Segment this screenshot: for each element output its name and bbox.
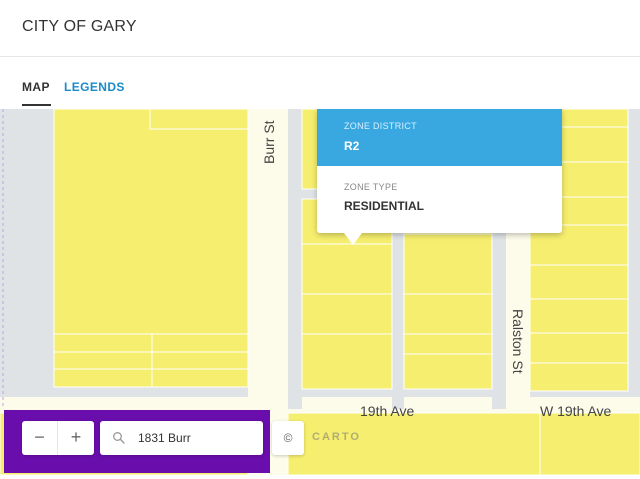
parcel [539, 412, 640, 475]
parcels-west [53, 109, 249, 388]
parcel [403, 233, 493, 295]
zoom-out-button[interactable]: − [22, 421, 58, 455]
zone-type-label: ZONE TYPE [344, 182, 398, 192]
parcel [151, 368, 249, 388]
parcel [53, 351, 153, 370]
zoom-control: − + [22, 421, 94, 455]
parcel [529, 298, 629, 334]
parcel [53, 333, 153, 353]
parcel [403, 293, 493, 335]
alley-left [288, 109, 302, 409]
search-input[interactable] [138, 429, 256, 447]
parcel [529, 332, 629, 364]
zoom-in-button[interactable]: + [58, 421, 94, 455]
parcel [149, 109, 249, 130]
street-label-ralston: Ralston St [510, 309, 526, 374]
parcel [301, 293, 393, 335]
parcel [53, 109, 249, 335]
zone-district-label: ZONE DISTRICT [344, 121, 417, 131]
zone-district-value: R2 [344, 139, 360, 153]
app-title: CITY OF GARY [22, 18, 137, 35]
popup-header: ZONE DISTRICT R2 [317, 109, 562, 166]
map-controls-panel: − + [4, 410, 270, 473]
parcel [529, 264, 629, 300]
active-tab-indicator [22, 104, 51, 106]
parcel [301, 243, 393, 295]
tab-map[interactable]: MAP [22, 80, 50, 94]
street-label-19th-ave: 19th Ave [360, 403, 415, 419]
search-icon [113, 432, 125, 444]
street-label-w-19th-ave: W 19th Ave [540, 403, 612, 419]
tab-bar: MAP LEGENDS [0, 57, 640, 109]
popup-pointer [344, 233, 362, 245]
parcel [403, 333, 493, 355]
parcel [151, 333, 249, 353]
parcel [529, 362, 629, 392]
street-label-burr: Burr St [261, 120, 277, 164]
parcel-info-popup: ZONE DISTRICT R2 ZONE TYPE RESIDENTIAL [317, 109, 562, 245]
carto-logo: CARTO [312, 431, 361, 443]
parcel [287, 412, 541, 475]
tab-legends[interactable]: LEGENDS [64, 80, 125, 94]
attribution-button[interactable]: © [272, 421, 304, 455]
search-box [100, 421, 263, 455]
parcel [403, 353, 493, 390]
parcel [53, 368, 153, 388]
parcel [301, 333, 393, 390]
parcel [151, 351, 249, 370]
app-header: CITY OF GARY [0, 0, 640, 57]
zone-type-value: RESIDENTIAL [344, 199, 425, 213]
